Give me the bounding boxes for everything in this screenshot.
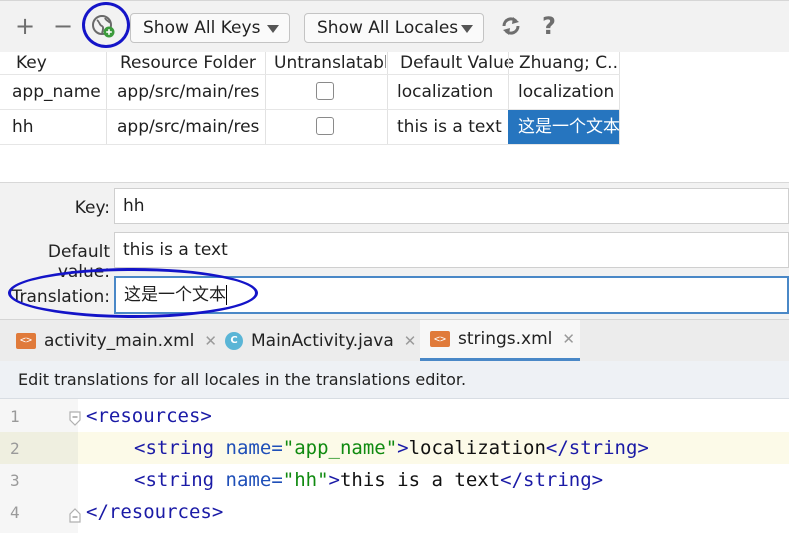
- close-icon[interactable]: ✕: [562, 330, 575, 348]
- resources-tag: resources: [108, 501, 212, 523]
- string-text: this is a text: [339, 469, 501, 491]
- tab-mainactivity-java[interactable]: C MainActivity.java ✕: [225, 320, 416, 361]
- column-header-key[interactable]: Key: [16, 53, 47, 73]
- java-class-icon: C: [225, 331, 243, 350]
- attribute-name: name: [225, 437, 272, 459]
- tab-label: MainActivity.java: [251, 330, 394, 351]
- xml-file-icon: <>: [16, 332, 36, 349]
- tab-label: strings.xml: [458, 329, 553, 349]
- chevron-down-icon: [461, 25, 473, 33]
- cell-key[interactable]: hh: [12, 110, 34, 144]
- tab-activity-main-xml[interactable]: <> activity_main.xml ✕: [16, 320, 217, 361]
- cell-key[interactable]: app_name: [12, 75, 101, 109]
- column-header-default-value[interactable]: Default Value: [400, 53, 514, 73]
- annotation-circle-translation: [8, 268, 258, 318]
- keys-filter-dropdown[interactable]: Show All Keys: [130, 13, 290, 43]
- code-line: <string name="app_name">localization</st…: [134, 437, 649, 459]
- fold-icon[interactable]: [68, 507, 82, 523]
- code-line: <string name="hh">this is a text</string…: [134, 469, 604, 491]
- locales-filter-dropdown[interactable]: Show All Locales: [304, 13, 484, 43]
- cell-resource-folder[interactable]: app/src/main/res: [117, 75, 259, 109]
- remove-key-button[interactable]: −: [50, 11, 76, 41]
- help-icon: ?: [542, 12, 556, 40]
- cell-default-value[interactable]: localization: [397, 75, 493, 109]
- plus-icon: +: [14, 12, 36, 40]
- resources-tag: resources: [97, 405, 201, 427]
- column-divider: [265, 52, 266, 144]
- string-tag: string: [145, 469, 215, 491]
- key-detail-form: Key: hh Default value: this is a text Tr…: [0, 182, 789, 320]
- annotation-circle-add-locale: [82, 2, 130, 48]
- key-label: Key:: [74, 198, 110, 218]
- string-tag: string: [145, 437, 215, 459]
- column-divider: [106, 52, 107, 144]
- close-icon[interactable]: ✕: [404, 332, 417, 350]
- minus-icon: −: [52, 12, 74, 40]
- tab-label: activity_main.xml: [44, 330, 195, 351]
- cell-resource-folder[interactable]: app/src/main/res: [117, 110, 259, 144]
- translations-toolbar: + − Show All Keys Show All Locales ?: [0, 0, 789, 53]
- reload-button[interactable]: [498, 11, 524, 41]
- column-header-locale[interactable]: Zhuang; C...: [519, 53, 619, 73]
- line-number: 1: [10, 407, 20, 426]
- column-header-untranslatable[interactable]: Untranslatable: [274, 53, 386, 73]
- untranslatable-checkbox[interactable]: [316, 117, 334, 135]
- code-line: </resources>: [86, 501, 224, 523]
- locales-filter-label: Show All Locales: [317, 18, 459, 38]
- line-number: 2: [10, 439, 20, 458]
- add-key-button[interactable]: +: [12, 11, 38, 41]
- string-text: localization: [408, 437, 546, 459]
- row-divider: [0, 144, 620, 145]
- default-value-field[interactable]: this is a text: [114, 232, 789, 268]
- fold-icon[interactable]: [68, 411, 82, 427]
- column-header-resource-folder[interactable]: Resource Folder: [120, 53, 256, 73]
- tab-strings-xml[interactable]: <> strings.xml ✕: [420, 320, 580, 361]
- code-line: <resources>: [86, 405, 212, 427]
- cell-translation[interactable]: localization: [518, 75, 618, 109]
- string-tag: string: [568, 437, 638, 459]
- attribute-name: name: [225, 469, 272, 491]
- cell-default-value[interactable]: this is a text: [397, 110, 502, 144]
- close-icon[interactable]: ✕: [204, 332, 217, 350]
- code-editor[interactable]: 1 2 3 4 <resources> <string name="app_na…: [0, 399, 789, 533]
- line-number: 3: [10, 471, 20, 490]
- column-divider: [387, 52, 388, 144]
- editor-tabs: <> activity_main.xml ✕ C MainActivity.ja…: [0, 319, 789, 362]
- key-field[interactable]: hh: [114, 188, 789, 224]
- cell-translation-selected[interactable]: 这是一个文本: [508, 110, 619, 144]
- line-number: 4: [10, 503, 20, 522]
- xml-file-icon: <>: [430, 331, 450, 347]
- chevron-down-icon: [267, 25, 279, 33]
- help-button[interactable]: ?: [536, 11, 562, 41]
- refresh-icon: [502, 17, 520, 35]
- keys-filter-label: Show All Keys: [143, 18, 261, 38]
- string-tag: string: [523, 469, 592, 491]
- column-divider: [619, 52, 620, 144]
- attribute-value: "app_name": [282, 437, 398, 459]
- translations-table: Key Resource Folder Untranslatable Defau…: [0, 52, 789, 182]
- editor-notification-banner: Edit translations for all locales in the…: [0, 361, 789, 399]
- untranslatable-checkbox[interactable]: [316, 82, 334, 100]
- attribute-value: "hh": [282, 469, 329, 491]
